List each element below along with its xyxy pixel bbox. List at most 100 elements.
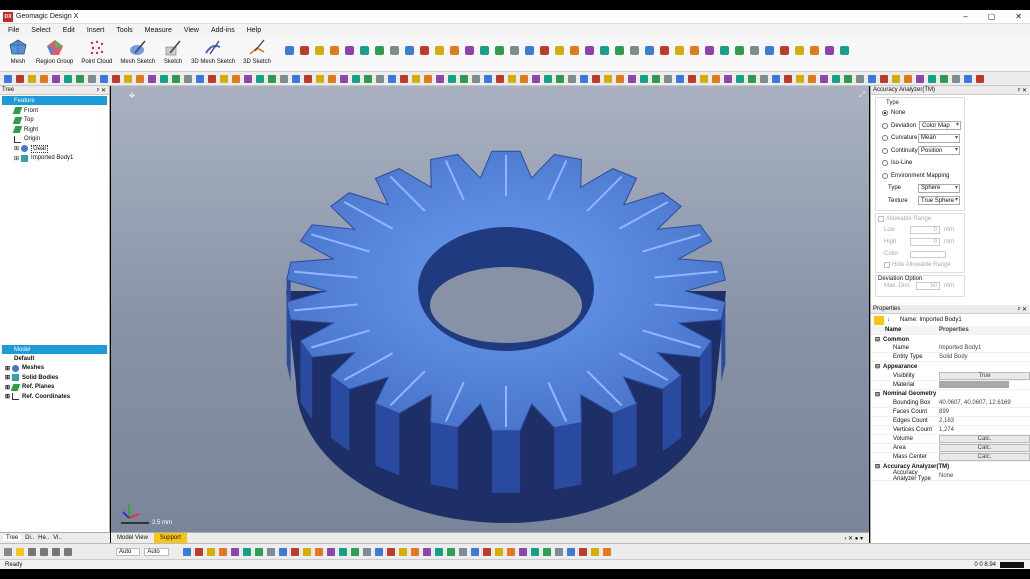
toolbar-icon[interactable]	[100, 74, 108, 83]
toolbar-icon[interactable]	[398, 547, 407, 556]
toolbar-icon[interactable]	[794, 46, 804, 55]
toolbar-icon[interactable]	[290, 547, 299, 556]
toolbar-icon[interactable]	[338, 547, 347, 556]
toolbar-icon[interactable]	[412, 74, 420, 83]
toolbar-icon[interactable]	[388, 74, 396, 83]
toolbar-icon[interactable]	[304, 74, 312, 83]
toolbar-icon[interactable]	[482, 547, 491, 556]
toolbar-icon[interactable]	[688, 74, 696, 83]
maximize-view-icon[interactable]: ⤢	[859, 90, 865, 100]
max-dist-input[interactable]: 50	[916, 282, 940, 290]
toolbar-icon[interactable]	[796, 74, 804, 83]
toolbar-icon[interactable]	[509, 46, 519, 55]
toolbar-icon[interactable]	[748, 74, 756, 83]
toolbar-icon[interactable]	[856, 74, 864, 83]
tab-view[interactable]: Vi..	[53, 535, 62, 541]
toolbar-icon[interactable]	[386, 547, 395, 556]
toolbar-icon[interactable]	[952, 74, 960, 83]
visibility-select[interactable]: True	[939, 371, 1030, 380]
toolbar-icon[interactable]	[434, 547, 443, 556]
menu-help[interactable]: Help	[247, 27, 261, 34]
section-nominal-geometry[interactable]: ⊟ Nominal Geometry	[871, 390, 1030, 399]
collapse-icon[interactable]: ⊟	[875, 336, 880, 343]
toolbar-icon[interactable]	[389, 46, 399, 55]
toolbar-icon[interactable]	[820, 74, 828, 83]
low-input[interactable]: 0	[910, 226, 940, 234]
toolbar-icon[interactable]	[424, 74, 432, 83]
feature-header[interactable]: Feature	[2, 96, 107, 105]
menu-select[interactable]: Select	[31, 27, 50, 34]
toolbar-icon[interactable]	[712, 74, 720, 83]
toolbar-icon[interactable]	[544, 74, 552, 83]
toolbar-icon[interactable]	[496, 74, 504, 83]
toolbar-icon[interactable]	[194, 547, 203, 556]
point-cloud-button[interactable]: Point Cloud	[77, 36, 116, 66]
tree-item-origin[interactable]: Origin	[0, 135, 109, 145]
option-curvature[interactable]: Curvature Mean	[876, 132, 964, 145]
tree-item-top[interactable]: Top	[0, 116, 109, 126]
toolbar-icon[interactable]	[172, 74, 180, 83]
toolbar-icon[interactable]	[340, 74, 348, 83]
toolbar-icon[interactable]	[136, 74, 144, 83]
toolbar-icon[interactable]	[760, 74, 768, 83]
toolbar-icon[interactable]	[808, 74, 816, 83]
toolbar-icon[interactable]	[182, 547, 191, 556]
menu-view[interactable]: View	[184, 27, 199, 34]
area-calc-button[interactable]: Calc.	[939, 444, 1030, 453]
toolbar-icon[interactable]	[302, 547, 311, 556]
toolbar-icon[interactable]	[400, 74, 408, 83]
toolbar-icon[interactable]	[964, 74, 972, 83]
menu-file[interactable]: File	[8, 27, 19, 34]
model-default[interactable]: Default	[0, 354, 109, 364]
toolbar-icon[interactable]	[206, 547, 215, 556]
3d-mesh-sketch-button[interactable]: 3D Mesh Sketch	[187, 36, 239, 66]
toolbar-icon[interactable]	[232, 74, 240, 83]
toolbar-icon[interactable]	[520, 74, 528, 83]
tab-help[interactable]: He..	[38, 535, 49, 541]
toolbar-icon[interactable]	[256, 74, 264, 83]
expand-icon[interactable]: ⊞	[5, 374, 10, 381]
menu-add-ins[interactable]: Add-ins	[211, 27, 235, 34]
toolbar-icon[interactable]	[569, 46, 579, 55]
toolbar-icon[interactable]	[506, 547, 515, 556]
toolbar-icon[interactable]	[578, 547, 587, 556]
view-tab-controls[interactable]: › ✕ ● ▾	[844, 535, 869, 542]
toolbar-icon[interactable]	[196, 74, 204, 83]
maximize-button[interactable]: ▢	[988, 12, 996, 21]
toolbar-icon[interactable]	[64, 74, 72, 83]
toolbar-icon[interactable]	[359, 46, 369, 55]
toolbar-icon[interactable]	[470, 547, 479, 556]
toolbar-icon[interactable]	[832, 74, 840, 83]
toolbar-icon[interactable]	[734, 46, 744, 55]
toolbar-icon[interactable]	[410, 547, 419, 556]
allowable-range-checkbox[interactable]: Allowable Range	[876, 214, 964, 224]
high-input[interactable]: 0	[910, 238, 940, 246]
radio-icon[interactable]	[882, 172, 888, 179]
option-none[interactable]: None	[876, 107, 964, 120]
collapse-icon[interactable]: ⊟	[875, 363, 880, 370]
tree-item-front[interactable]: Front	[0, 106, 109, 116]
toolbar-icon[interactable]	[580, 74, 588, 83]
toolbar-icon[interactable]	[64, 547, 72, 556]
toolbar-icon[interactable]	[76, 74, 84, 83]
toolbar-icon[interactable]	[16, 74, 24, 83]
expand-icon[interactable]: ⊞	[5, 393, 10, 400]
close-button[interactable]: ✕	[1015, 12, 1022, 21]
3d-sketch-button[interactable]: 3D Sketch	[239, 36, 275, 66]
deviation-select[interactable]: Color Map	[919, 121, 961, 131]
toolbar-icon[interactable]	[350, 547, 359, 556]
toolbar-icon[interactable]	[604, 74, 612, 83]
toolbar-icon[interactable]	[284, 46, 294, 55]
model-item-solid-bodies[interactable]: ⊞ Solid Bodies	[0, 373, 109, 383]
toolbar-icon[interactable]	[736, 74, 744, 83]
expand-icon[interactable]: ⊞	[14, 145, 19, 152]
toolbar-icon[interactable]	[764, 46, 774, 55]
toolbar-icon[interactable]	[436, 74, 444, 83]
section-common[interactable]: ⊟ Common	[871, 335, 1030, 344]
toolbar-icon[interactable]	[326, 547, 335, 556]
toolbar-icon[interactable]	[242, 547, 251, 556]
toolbar-icon[interactable]	[976, 74, 984, 83]
toolbar-icon[interactable]	[524, 46, 534, 55]
material-swatch[interactable]	[939, 381, 1009, 389]
toolbar-icon[interactable]	[484, 74, 492, 83]
